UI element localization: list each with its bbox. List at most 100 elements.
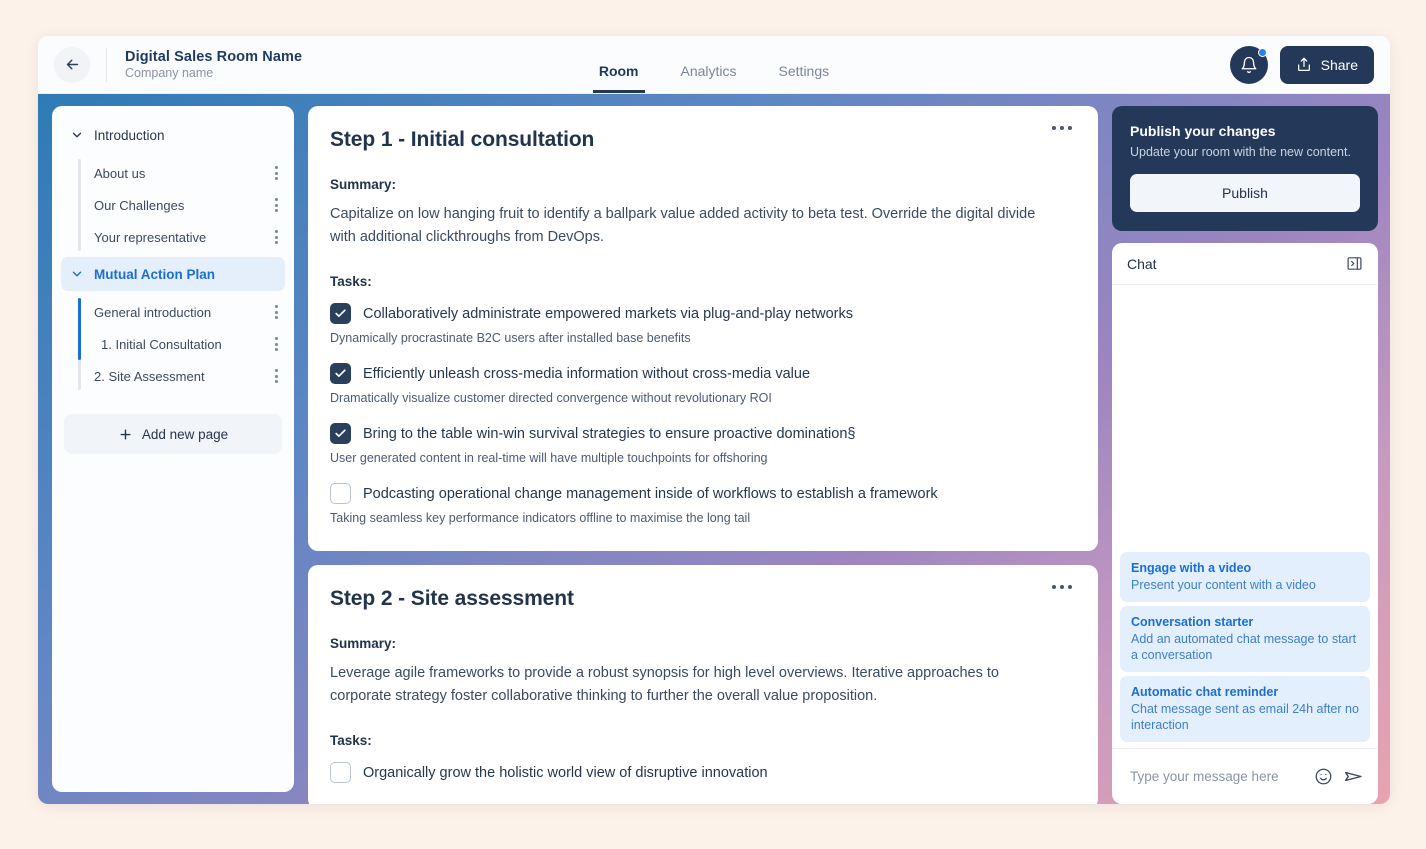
suggestion-subtitle: Present your content with a video <box>1131 578 1316 592</box>
suggestion-conversation-starter[interactable]: Conversation starter Add an automated ch… <box>1120 606 1370 672</box>
suggestion-subtitle: Add an automated chat message to start a… <box>1131 632 1357 662</box>
kebab-menu-icon[interactable] <box>271 194 282 216</box>
suggestion-title: Engage with a video <box>1131 561 1252 575</box>
step-card-1: Step 1 - Initial consultation Summary: C… <box>308 106 1098 551</box>
top-header-bar: Digital Sales Room Name Company name Roo… <box>38 36 1390 94</box>
sidebar-item-general-introduction[interactable]: General introduction <box>92 296 294 328</box>
publish-title: Publish your changes <box>1130 123 1276 139</box>
kebab-menu-icon[interactable] <box>271 226 282 248</box>
check-icon <box>335 309 346 318</box>
sidebar-item-site-assessment[interactable]: 2. Site Assessment <box>92 360 294 392</box>
task-checkbox[interactable] <box>330 483 351 504</box>
share-label: Share <box>1320 56 1358 73</box>
room-title: Digital Sales Room Name <box>125 49 303 65</box>
tab-room[interactable]: Room <box>592 63 645 93</box>
collapse-panel-icon[interactable] <box>1346 255 1363 272</box>
active-rail-indicator <box>78 298 81 360</box>
chevron-down-icon <box>72 271 82 277</box>
header-actions: Share <box>1229 45 1390 84</box>
task-title: Bring to the table win-win survival stra… <box>363 425 856 442</box>
sidebar-pages-introduction: About us Our Challenges Your representat… <box>78 157 294 253</box>
sidebar-item-label: 1. Initial Consultation <box>101 336 222 352</box>
task-checkbox[interactable] <box>330 363 351 384</box>
card-options-icon[interactable] <box>1046 120 1078 136</box>
right-panel: Publish your changes Update your room wi… <box>1112 106 1378 804</box>
summary-text: Leverage agile frameworks to provide a r… <box>330 665 999 704</box>
app-window: Digital Sales Room Name Company name Roo… <box>38 36 1390 804</box>
task-checkbox[interactable] <box>330 423 351 444</box>
app-page: Digital Sales Room Name Company name Roo… <box>0 0 1426 849</box>
card-title: Step 2 - Site assessment <box>330 587 574 610</box>
sidebar-item-initial-consultation[interactable]: 1. Initial Consultation <box>92 328 294 360</box>
summary-label: Summary: <box>330 177 397 192</box>
task-title: Podcasting operational change management… <box>363 485 938 502</box>
share-icon <box>1297 57 1310 71</box>
publish-changes-card: Publish your changes Update your room wi… <box>1112 106 1378 231</box>
suggestion-engage-with-a-video[interactable]: Engage with a video Present your content… <box>1120 552 1370 602</box>
task-item: Podcasting operational change management… <box>330 483 1072 525</box>
task-title: Organically grow the holistic world view… <box>363 764 768 781</box>
smiley-icon[interactable] <box>1314 767 1333 786</box>
sidebar-section-label: Introduction <box>94 127 165 143</box>
task-title: Efficiently unleash cross-media informat… <box>363 365 811 382</box>
card-options-icon[interactable] <box>1046 579 1078 595</box>
task-subtitle: User generated content in real-time will… <box>330 451 768 465</box>
chat-suggestions: Engage with a video Present your content… <box>1112 552 1378 742</box>
sidebar-item-label: Our Challenges <box>94 197 185 213</box>
notifications-button[interactable] <box>1229 45 1268 84</box>
bell-icon <box>1241 56 1257 73</box>
task-list: Collaboratively administrate empowered m… <box>330 303 1072 525</box>
add-new-page-label: Add new page <box>141 426 229 442</box>
chat-input-row: Type your message here <box>1112 748 1378 804</box>
task-item: Organically grow the holistic world view… <box>330 762 1072 783</box>
sidebar-item-label: About us <box>94 165 146 181</box>
sidebar-item-about-us[interactable]: About us <box>92 157 294 189</box>
task-item: Bring to the table win-win survival stra… <box>330 423 1072 465</box>
share-button[interactable]: Share <box>1279 45 1374 84</box>
sidebar-item-label: Your representative <box>94 229 207 245</box>
task-title: Collaboratively administrate empowered m… <box>363 305 853 322</box>
card-title: Step 1 - Initial consultation <box>330 128 595 151</box>
publish-subtitle: Update your room with the new content. <box>1130 145 1351 159</box>
chevron-down-icon <box>72 132 82 138</box>
task-list: Organically grow the holistic world view… <box>330 762 1072 783</box>
main-content: Step 1 - Initial consultation Summary: C… <box>308 106 1098 804</box>
room-title-block: Digital Sales Room Name Company name <box>125 49 302 80</box>
summary-text: Capitalize on low hanging fruit to ident… <box>330 206 1036 245</box>
sidebar-item-your-representative[interactable]: Your representative <box>92 221 294 253</box>
send-icon[interactable] <box>1343 766 1364 787</box>
kebab-menu-icon[interactable] <box>271 162 282 184</box>
plus-icon <box>120 428 131 440</box>
task-checkbox[interactable] <box>330 303 351 324</box>
sidebar-section-mutual-action-plan[interactable]: Mutual Action Plan <box>61 257 285 291</box>
suggestion-automatic-chat-reminder[interactable]: Automatic chat reminder Chat message sen… <box>1120 676 1370 742</box>
back-button[interactable] <box>54 46 90 83</box>
publish-button[interactable]: Publish <box>1130 174 1360 212</box>
tab-analytics[interactable]: Analytics <box>675 63 743 93</box>
sidebar-navigation: Introduction About us Our Challenges You… <box>52 106 294 792</box>
check-icon <box>335 369 346 378</box>
sidebar-pages-mutual-action-plan: General introduction 1. Initial Consulta… <box>78 296 294 392</box>
tasks-label: Tasks: <box>330 733 372 748</box>
chat-message-input[interactable]: Type your message here <box>1130 769 1304 784</box>
task-item: Efficiently unleash cross-media informat… <box>330 363 1072 405</box>
add-new-page-button[interactable]: Add new page <box>64 414 282 454</box>
suggestion-title: Automatic chat reminder <box>1131 685 1279 699</box>
app-body: Introduction About us Our Challenges You… <box>38 94 1390 804</box>
sidebar-section-introduction[interactable]: Introduction <box>61 118 285 152</box>
chat-header: Chat <box>1112 243 1378 285</box>
task-subtitle: Taking seamless key performance indicato… <box>330 511 751 525</box>
task-checkbox[interactable] <box>330 762 351 783</box>
task-item: Collaboratively administrate empowered m… <box>330 303 1072 345</box>
arrow-left-icon <box>66 59 78 70</box>
task-subtitle: Dynamically procrastinate B2C users afte… <box>330 331 691 345</box>
task-subtitle: Dramatically visualize customer directed… <box>330 391 772 405</box>
kebab-menu-icon[interactable] <box>271 333 282 355</box>
tab-settings[interactable]: Settings <box>773 63 836 93</box>
sidebar-item-label: 2. Site Assessment <box>94 368 205 384</box>
chat-messages-area <box>1112 285 1378 552</box>
kebab-menu-icon[interactable] <box>271 301 282 323</box>
sidebar-item-our-challenges[interactable]: Our Challenges <box>92 189 294 221</box>
suggestion-subtitle: Chat message sent as email 24h after no … <box>1131 702 1359 732</box>
kebab-menu-icon[interactable] <box>271 365 282 387</box>
